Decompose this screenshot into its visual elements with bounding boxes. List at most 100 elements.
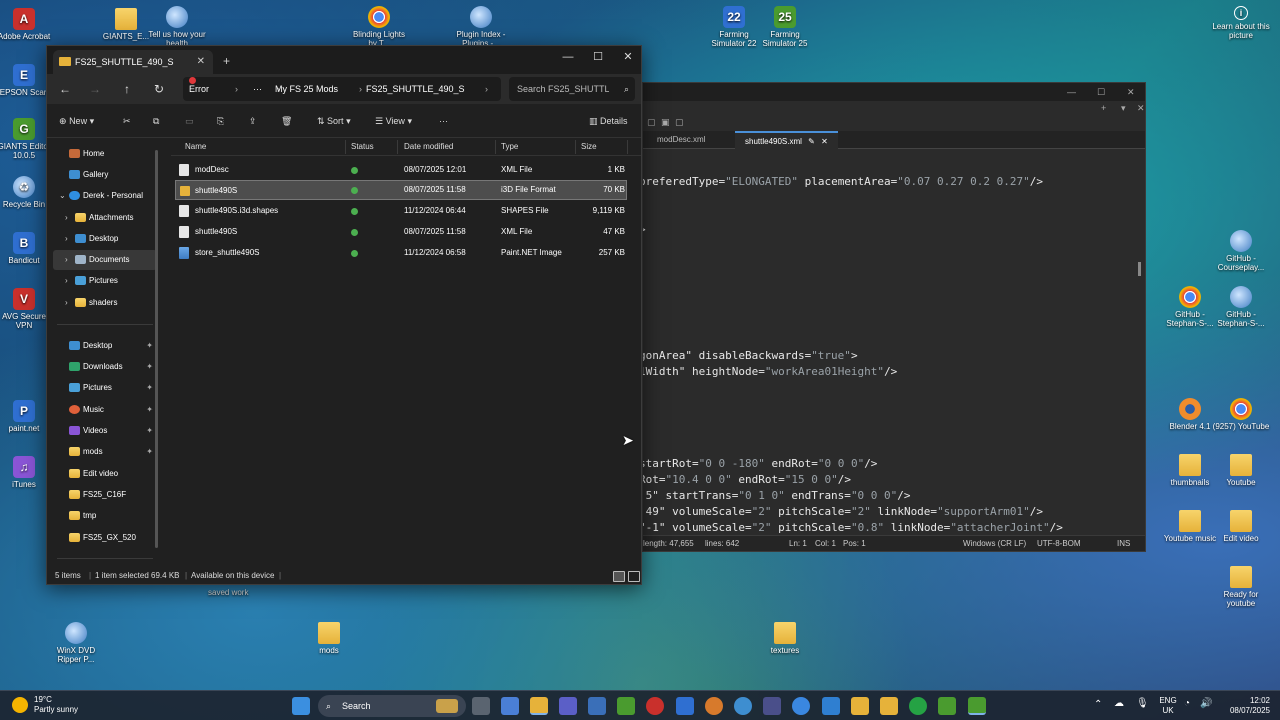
- column-header-size[interactable]: Size: [581, 142, 597, 151]
- add-icon[interactable]: +: [1101, 103, 1106, 113]
- desktop-icon-winx[interactable]: WinX DVD Ripper P...: [46, 622, 106, 664]
- quick-access-edit-video[interactable]: Edit video: [53, 464, 157, 484]
- sort-button[interactable]: ⇅ Sort ▾: [317, 113, 351, 129]
- minimize-icon[interactable]: —: [1067, 87, 1076, 97]
- breadcrumb-more[interactable]: ···: [253, 77, 262, 101]
- pin-icon[interactable]: ✦: [146, 336, 153, 356]
- column-divider[interactable]: [575, 140, 576, 154]
- microphone-icon[interactable]: 🎙: [1136, 699, 1149, 709]
- back-arrow-icon[interactable]: ←: [55, 80, 75, 98]
- maximize-icon[interactable]: ☐: [1097, 87, 1105, 98]
- weather-widget[interactable]: 19°C Partly sunny: [12, 695, 78, 715]
- desktop-icon-mods[interactable]: mods: [299, 622, 359, 655]
- column-divider[interactable]: [397, 140, 398, 154]
- quick-access-fs25-gx-520[interactable]: FS25_GX_520: [53, 528, 157, 548]
- windows-start-icon[interactable]: [292, 697, 310, 715]
- file-row-shuttle-i3d[interactable]: shuttle490S 08/07/2025 11:58 i3D File Fo…: [175, 180, 627, 200]
- desktop-icon-youtube-folder[interactable]: Youtube: [1211, 454, 1271, 487]
- file-explorer-window[interactable]: FS25_SHUTTLE_490_S ✕ + — ☐ ✕ ← → ↑ ↻ Err…: [46, 45, 642, 585]
- fs25-running-icon[interactable]: [968, 697, 986, 715]
- giants-editor-icon[interactable]: [617, 697, 635, 715]
- editor-window[interactable]: — ☐ ✕ + ▾ ✕ ▢ ▣ ▢ modDesc.xml shuttle490…: [642, 82, 1146, 552]
- app-icon[interactable]: [763, 697, 781, 715]
- pin-icon[interactable]: ✎: [808, 137, 815, 146]
- new-tab-icon[interactable]: +: [223, 54, 230, 68]
- toolbar-icon[interactable]: ▢: [675, 117, 684, 128]
- folder-icon[interactable]: [880, 697, 898, 715]
- whatsapp-icon[interactable]: [909, 697, 927, 715]
- file-row-moddesc[interactable]: modDesc 08/07/2025 12:01 XML File 1 KB: [175, 160, 627, 180]
- sidebar-item-onedrive[interactable]: ⌄ Derek - Personal: [53, 186, 157, 206]
- sidebar-scrollbar[interactable]: [155, 150, 158, 548]
- breadcrumb-my-fs25-mods[interactable]: My FS 25 Mods: [275, 77, 338, 101]
- quick-access-music[interactable]: Music ✦: [53, 400, 157, 420]
- close-icon[interactable]: ✕: [1137, 103, 1145, 114]
- volume-icon[interactable]: 🔊: [1200, 699, 1212, 709]
- quick-access-mods[interactable]: mods ✦: [53, 442, 157, 462]
- column-divider[interactable]: [627, 140, 628, 154]
- input-language[interactable]: ENG UK: [1158, 696, 1178, 716]
- details-view-icon[interactable]: [613, 571, 625, 582]
- explorer-tab[interactable]: FS25_SHUTTLE_490_S ✕: [53, 50, 213, 74]
- sidebar-item-desktop-onedrive[interactable]: › Desktop: [53, 229, 157, 249]
- large-icons-view-icon[interactable]: [628, 571, 640, 582]
- quick-access-downloads[interactable]: Downloads ✦: [53, 357, 157, 377]
- blender-icon[interactable]: [705, 697, 723, 715]
- copy-icon[interactable]: ⧉: [153, 113, 159, 129]
- quick-access-desktop[interactable]: Desktop ✦: [53, 336, 157, 356]
- clock[interactable]: 12:02 08/07/2025: [1214, 696, 1270, 716]
- quick-access-fs25-c16f[interactable]: FS25_C16F: [53, 485, 157, 505]
- share-icon[interactable]: ⇪: [249, 113, 257, 129]
- view-button[interactable]: ☰ View ▾: [375, 113, 412, 129]
- pin-icon[interactable]: ✦: [146, 442, 153, 462]
- fs25-icon[interactable]: [938, 697, 956, 715]
- desktop-icon-health[interactable]: Tell us how your health: [147, 6, 207, 48]
- chevron-down-icon[interactable]: ▾: [1121, 103, 1126, 114]
- chevron-right-icon[interactable]: ›: [65, 250, 68, 270]
- desktop-icon-blinding-lights[interactable]: Blinding Lights by T...: [349, 6, 409, 48]
- desktop-icon-edit-video[interactable]: Edit video: [1211, 510, 1271, 543]
- sidebar-item-pictures-onedrive[interactable]: › Pictures: [53, 271, 157, 291]
- maximize-icon[interactable]: ☐: [583, 48, 613, 68]
- new-button[interactable]: ⊕ New ▾: [59, 113, 94, 129]
- address-bar[interactable]: Error › ··· › My FS 25 Mods › FS25_SHUTT…: [183, 77, 501, 101]
- chrome-icon[interactable]: [792, 697, 810, 715]
- rename-icon[interactable]: ⎘: [217, 113, 224, 129]
- teams-icon[interactable]: [559, 697, 577, 715]
- column-header-status[interactable]: Status: [351, 142, 374, 151]
- pin-icon[interactable]: ✦: [146, 421, 153, 441]
- chevron-down-icon[interactable]: ⌄: [59, 186, 66, 206]
- cut-icon[interactable]: ✂: [123, 113, 131, 129]
- desktop-icon-github-courseplay[interactable]: GitHub - Courseplay...: [1211, 230, 1271, 272]
- desktop-icon-youtube-chrome[interactable]: (9257) YouTube: [1211, 398, 1271, 431]
- desktop-icon-textures[interactable]: textures: [755, 622, 815, 655]
- app-b-icon[interactable]: [676, 697, 694, 715]
- close-icon[interactable]: ✕: [821, 137, 828, 146]
- chevron-right-icon[interactable]: ›: [65, 229, 68, 249]
- chevron-right-icon[interactable]: ›: [65, 271, 68, 291]
- obs-icon[interactable]: [646, 697, 664, 715]
- desktop-icon-learn-picture[interactable]: i Learn about this picture: [1211, 6, 1271, 40]
- pin-icon[interactable]: ✦: [146, 357, 153, 377]
- sidebar-item-documents[interactable]: › Documents: [53, 250, 157, 270]
- column-header-name[interactable]: Name: [185, 142, 206, 151]
- chevron-up-icon[interactable]: ⌃: [1094, 700, 1102, 710]
- store-icon[interactable]: [588, 697, 606, 715]
- editor-tab-moddesc[interactable]: modDesc.xml: [647, 131, 715, 149]
- wifi-icon[interactable]: ◔: [1184, 699, 1190, 709]
- save-icon[interactable]: ▣: [661, 117, 670, 128]
- pin-icon[interactable]: ✦: [146, 400, 153, 420]
- quick-access-tmp[interactable]: tmp: [53, 506, 157, 526]
- file-row-shuttle-shapes[interactable]: shuttle490S.i3d.shapes 11/12/2024 06:44 …: [175, 201, 627, 221]
- chevron-right-icon[interactable]: ›: [65, 293, 68, 313]
- sidebar-item-attachments[interactable]: › Attachments: [53, 208, 157, 228]
- desktop-icon-plugin-index[interactable]: Plugin Index - Plugins -...: [451, 6, 511, 48]
- close-icon[interactable]: ✕: [613, 48, 643, 68]
- taskbar-search[interactable]: ⌕ Search: [318, 695, 466, 717]
- close-icon[interactable]: ✕: [1127, 87, 1135, 98]
- search-input[interactable]: Search FS25_SHUTTLE_490_S ⌕: [509, 77, 635, 101]
- quick-access-videos[interactable]: Videos ✦: [53, 421, 157, 441]
- editor-tab-shuttle[interactable]: shuttle490S.xml ✎ ✕: [735, 131, 838, 149]
- column-header-type[interactable]: Type: [501, 142, 518, 151]
- desktop-icon-fs25[interactable]: 25 Farming Simulator 25: [755, 6, 815, 48]
